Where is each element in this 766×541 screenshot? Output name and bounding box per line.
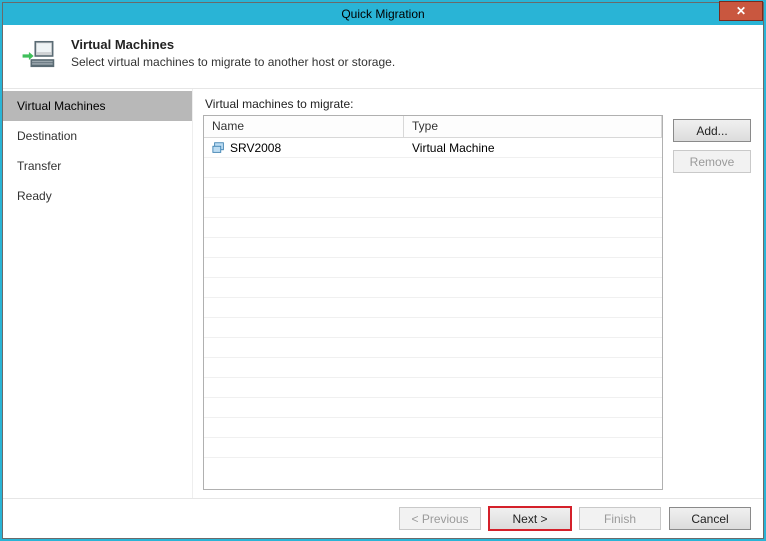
column-header-name[interactable]: Name bbox=[204, 116, 404, 137]
table-row bbox=[204, 258, 662, 278]
sidebar-item-label: Destination bbox=[17, 129, 77, 143]
sidebar-item-destination[interactable]: Destination bbox=[3, 121, 192, 151]
side-buttons: Add... Remove bbox=[673, 97, 751, 490]
content-main: Virtual machines to migrate: Name Type bbox=[203, 97, 663, 490]
list-label: Virtual machines to migrate: bbox=[203, 97, 663, 111]
cell-type: Virtual Machine bbox=[404, 141, 662, 155]
wizard-header: Virtual Machines Select virtual machines… bbox=[3, 25, 763, 89]
previous-button: < Previous bbox=[399, 507, 481, 530]
close-button[interactable]: ✕ bbox=[719, 1, 763, 21]
sidebar-item-virtual-machines[interactable]: Virtual Machines bbox=[3, 91, 192, 121]
header-text: Virtual Machines Select virtual machines… bbox=[71, 37, 395, 69]
table-row bbox=[204, 238, 662, 258]
cancel-button[interactable]: Cancel bbox=[669, 507, 751, 530]
table-row bbox=[204, 418, 662, 438]
wizard-body: Virtual Machines Destination Transfer Re… bbox=[3, 89, 763, 498]
sidebar-item-transfer[interactable]: Transfer bbox=[3, 151, 192, 181]
sidebar-item-ready[interactable]: Ready bbox=[3, 181, 192, 211]
table-row bbox=[204, 358, 662, 378]
add-button[interactable]: Add... bbox=[673, 119, 751, 142]
table-row bbox=[204, 318, 662, 338]
remove-button: Remove bbox=[673, 150, 751, 173]
close-icon: ✕ bbox=[736, 0, 746, 22]
table-row bbox=[204, 378, 662, 398]
next-button[interactable]: Next > bbox=[489, 507, 571, 530]
table-row bbox=[204, 398, 662, 418]
wizard-footer: < Previous Next > Finish Cancel bbox=[3, 498, 763, 538]
table-row bbox=[204, 298, 662, 318]
vm-name: SRV2008 bbox=[230, 141, 281, 155]
table-row bbox=[204, 158, 662, 178]
grid-header: Name Type bbox=[204, 116, 662, 138]
table-row bbox=[204, 438, 662, 458]
table-row[interactable]: SRV2008 Virtual Machine bbox=[204, 138, 662, 158]
cell-name: SRV2008 bbox=[204, 141, 404, 155]
finish-button: Finish bbox=[579, 507, 661, 530]
grid-body: SRV2008 Virtual Machine bbox=[204, 138, 662, 489]
titlebar: Quick Migration ✕ bbox=[3, 3, 763, 25]
table-row bbox=[204, 178, 662, 198]
window-title: Quick Migration bbox=[341, 7, 424, 21]
table-row bbox=[204, 338, 662, 358]
sidebar-item-label: Ready bbox=[17, 189, 52, 203]
content-area: Virtual machines to migrate: Name Type bbox=[193, 89, 763, 498]
page-subtitle: Select virtual machines to migrate to an… bbox=[71, 55, 395, 69]
page-title: Virtual Machines bbox=[71, 37, 395, 52]
table-row bbox=[204, 218, 662, 238]
column-header-type[interactable]: Type bbox=[404, 116, 662, 137]
sidebar-item-label: Virtual Machines bbox=[17, 99, 106, 113]
vm-grid: Name Type SRV2008 Virtu bbox=[203, 115, 663, 490]
sidebar: Virtual Machines Destination Transfer Re… bbox=[3, 89, 193, 498]
vm-icon bbox=[212, 141, 226, 155]
vm-type: Virtual Machine bbox=[412, 141, 495, 155]
table-row bbox=[204, 198, 662, 218]
wizard-window: Quick Migration ✕ Virtual Machines Selec… bbox=[2, 2, 764, 539]
sidebar-item-label: Transfer bbox=[17, 159, 61, 173]
vm-migration-icon bbox=[21, 37, 59, 78]
table-row bbox=[204, 278, 662, 298]
